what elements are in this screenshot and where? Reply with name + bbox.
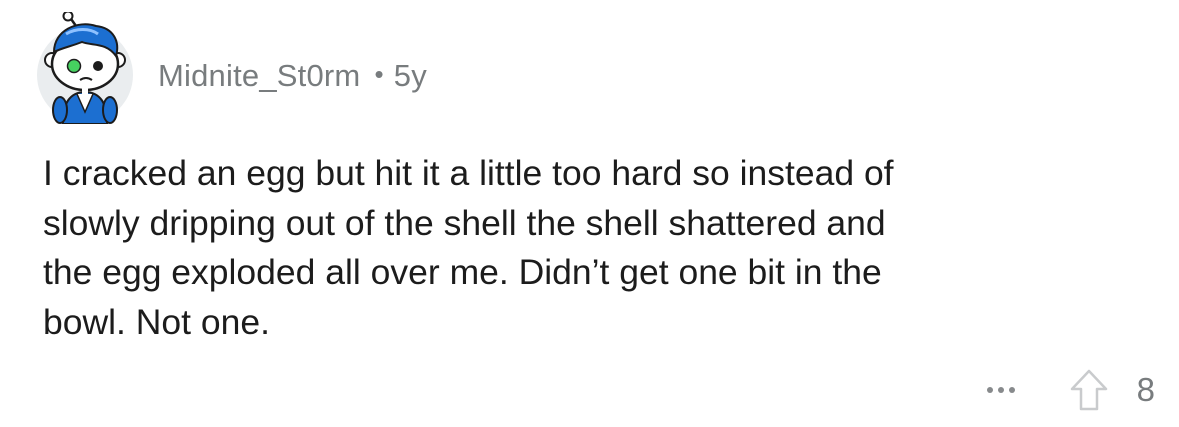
user-avatar-icon[interactable] <box>36 12 134 124</box>
more-options-icon[interactable] <box>986 387 1015 393</box>
comment-age[interactable]: 5y <box>394 58 427 94</box>
more-dot <box>997 387 1004 393</box>
author-username[interactable]: Midnite_St0rm <box>158 58 360 94</box>
upvote-arrow-icon[interactable] <box>1069 368 1109 412</box>
more-dot <box>986 387 993 393</box>
comment-body: I cracked an egg but hit it a little too… <box>43 153 894 342</box>
comment-actions: 8 <box>986 362 1155 418</box>
vote-score: 8 <box>1136 371 1155 408</box>
comment-header: Midnite_St0rm • 5y <box>158 56 427 96</box>
comment-card: Midnite_St0rm • 5y I cracked an egg but … <box>0 0 1179 427</box>
more-dot <box>1008 387 1015 393</box>
meta-separator: • <box>374 58 384 89</box>
